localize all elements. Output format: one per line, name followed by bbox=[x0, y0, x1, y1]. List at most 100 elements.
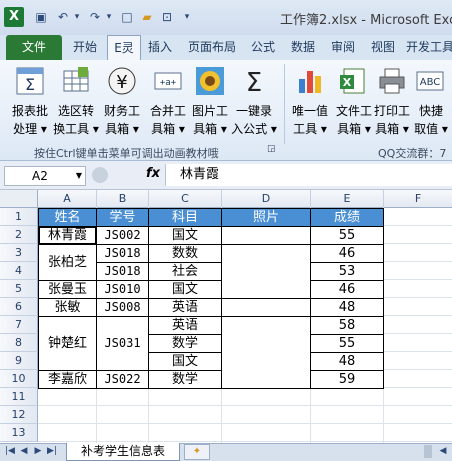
cell-score[interactable]: 46 bbox=[310, 280, 384, 299]
undo-icon[interactable]: ↶ bbox=[56, 10, 70, 24]
print-tools-button[interactable]: 打印工 具箱 ▾ bbox=[368, 62, 416, 140]
cell-id[interactable]: JS008 bbox=[96, 298, 149, 317]
row-header-5[interactable]: 5 bbox=[0, 280, 38, 298]
cell-name[interactable]: 张曼玉 bbox=[38, 280, 97, 299]
cell-id[interactable]: JS018 bbox=[96, 262, 149, 281]
cell-score[interactable]: 55 bbox=[310, 334, 384, 353]
cell-name[interactable]: 钟楚红 bbox=[38, 316, 97, 371]
report-batch-button[interactable]: Σ 报表批 处理 ▾ bbox=[6, 62, 54, 140]
quick-value-button[interactable]: ABC 快捷 取值 ▾ bbox=[410, 62, 452, 140]
row-header-10[interactable]: 10 bbox=[0, 370, 38, 388]
tab-split-handle[interactable] bbox=[424, 445, 432, 458]
cell-id[interactable]: JS010 bbox=[96, 280, 149, 299]
cell-score[interactable]: 46 bbox=[310, 244, 384, 263]
customize-toolbar-icon[interactable]: ▾ bbox=[180, 10, 194, 24]
dialog-launcher-icon[interactable]: ◲ bbox=[267, 144, 276, 154]
tab-insert[interactable]: 插入 bbox=[144, 35, 176, 60]
new-file-icon[interactable]: □ bbox=[120, 10, 134, 24]
name-box-resize-handle[interactable] bbox=[92, 167, 108, 183]
insert-sheet-icon[interactable]: ✦ bbox=[184, 444, 210, 460]
column-header-e[interactable]: E bbox=[311, 190, 384, 207]
row-header-9[interactable]: 9 bbox=[0, 352, 38, 370]
row-header-1[interactable]: 1 bbox=[0, 208, 38, 226]
header-score[interactable]: 成绩 bbox=[310, 208, 384, 227]
cell-subject[interactable]: 国文 bbox=[148, 352, 222, 371]
name-box[interactable]: A2 ▼ bbox=[4, 166, 86, 186]
first-sheet-icon[interactable]: |◀ bbox=[4, 444, 16, 458]
cell-photo[interactable] bbox=[221, 226, 311, 245]
chevron-down-icon[interactable]: ▼ bbox=[76, 167, 82, 185]
cell-name[interactable]: 张柏芝 bbox=[38, 244, 97, 281]
cell-name[interactable]: 李嘉欣 bbox=[38, 370, 97, 389]
column-header-f[interactable]: F bbox=[384, 190, 452, 207]
prev-sheet-icon[interactable]: ◀ bbox=[18, 444, 30, 458]
cell-score[interactable]: 48 bbox=[310, 352, 384, 371]
cell-subject[interactable]: 数数 bbox=[148, 244, 222, 263]
row-header-12[interactable]: 12 bbox=[0, 406, 38, 424]
tab-data[interactable]: 数据 bbox=[286, 35, 320, 60]
row-header-6[interactable]: 6 bbox=[0, 298, 38, 316]
cell-photo[interactable] bbox=[221, 244, 311, 299]
cell-subject[interactable]: 英语 bbox=[148, 298, 222, 317]
row-header-8[interactable]: 8 bbox=[0, 334, 38, 352]
tab-home[interactable]: 开始 bbox=[68, 35, 102, 60]
header-id[interactable]: 学号 bbox=[96, 208, 149, 227]
scroll-left-icon[interactable]: ◀ bbox=[436, 444, 450, 458]
cell-photo[interactable] bbox=[221, 316, 311, 389]
select-all-button[interactable] bbox=[0, 190, 38, 207]
one-key-formula-button[interactable]: Σ 一键录 入公式 ▾ bbox=[230, 62, 278, 140]
row-header-7[interactable]: 7 bbox=[0, 316, 38, 334]
next-sheet-icon[interactable]: ▶ bbox=[32, 444, 44, 458]
cell-score[interactable]: 59 bbox=[310, 370, 384, 389]
cell-subject[interactable]: 数学 bbox=[148, 370, 222, 389]
column-header-a[interactable]: A bbox=[38, 190, 97, 207]
cell-id[interactable]: JS022 bbox=[96, 370, 149, 389]
formula-input[interactable]: 林青霞 bbox=[165, 164, 452, 186]
last-sheet-icon[interactable]: ▶| bbox=[46, 444, 58, 458]
cell-score[interactable]: 58 bbox=[310, 316, 384, 335]
sheet-tab-active[interactable]: 补考学生信息表 bbox=[66, 443, 180, 461]
tab-review[interactable]: 审阅 bbox=[326, 35, 360, 60]
cell-subject[interactable]: 国文 bbox=[148, 226, 222, 245]
print-preview-icon[interactable]: ⊡ bbox=[160, 10, 174, 24]
cell-score[interactable]: 55 bbox=[310, 226, 384, 245]
cell-photo[interactable] bbox=[221, 298, 311, 317]
save-icon[interactable]: ▣ bbox=[34, 10, 48, 24]
tab-page-layout[interactable]: 页面布局 bbox=[184, 35, 240, 60]
cell-subject[interactable]: 国文 bbox=[148, 280, 222, 299]
name-box-value: A2 bbox=[32, 169, 48, 183]
tab-eling[interactable]: E灵 bbox=[107, 35, 141, 60]
tab-formulas[interactable]: 公式 bbox=[246, 35, 280, 60]
redo-dropdown-icon[interactable]: ▾ bbox=[102, 10, 116, 24]
row-header-11[interactable]: 11 bbox=[0, 388, 38, 406]
tab-developer[interactable]: 开发工具 bbox=[406, 35, 452, 60]
tab-view[interactable]: 视图 bbox=[366, 35, 400, 60]
header-subject[interactable]: 科目 bbox=[148, 208, 222, 227]
header-photo[interactable]: 照片 bbox=[221, 208, 311, 227]
row-header-2[interactable]: 2 bbox=[0, 226, 38, 244]
cell-score[interactable]: 53 bbox=[310, 262, 384, 281]
finance-tools-button[interactable]: ¥ 财务工 具箱 ▾ bbox=[98, 62, 146, 140]
open-folder-icon[interactable]: ▰ bbox=[140, 10, 154, 24]
tab-file[interactable]: 文件 bbox=[6, 35, 62, 60]
cell-score[interactable]: 48 bbox=[310, 298, 384, 317]
header-name[interactable]: 姓名 bbox=[38, 208, 97, 227]
cell-a2-selected[interactable]: 林青霞 bbox=[38, 226, 97, 245]
cell-id[interactable]: JS031 bbox=[96, 316, 149, 371]
column-header-d[interactable]: D bbox=[222, 190, 311, 207]
row-header-3[interactable]: 3 bbox=[0, 244, 38, 262]
column-header-b[interactable]: B bbox=[97, 190, 149, 207]
cell-subject[interactable]: 数学 bbox=[148, 334, 222, 353]
cell-id[interactable]: JS018 bbox=[96, 244, 149, 263]
redo-icon[interactable]: ↷ bbox=[88, 10, 102, 24]
cell-subject[interactable]: 英语 bbox=[148, 316, 222, 335]
undo-dropdown-icon[interactable]: ▾ bbox=[70, 10, 84, 24]
column-header-c[interactable]: C bbox=[149, 190, 222, 207]
cell-id[interactable]: JS002 bbox=[96, 226, 149, 245]
selection-convert-button[interactable]: 选区转 换工具 ▾ bbox=[52, 62, 100, 140]
cell-subject[interactable]: 社会 bbox=[148, 262, 222, 281]
cell-name[interactable]: 张敏 bbox=[38, 298, 97, 317]
row-header-13[interactable]: 13 bbox=[0, 424, 38, 442]
row-header-4[interactable]: 4 bbox=[0, 262, 38, 280]
fx-icon[interactable]: fx bbox=[146, 166, 160, 181]
